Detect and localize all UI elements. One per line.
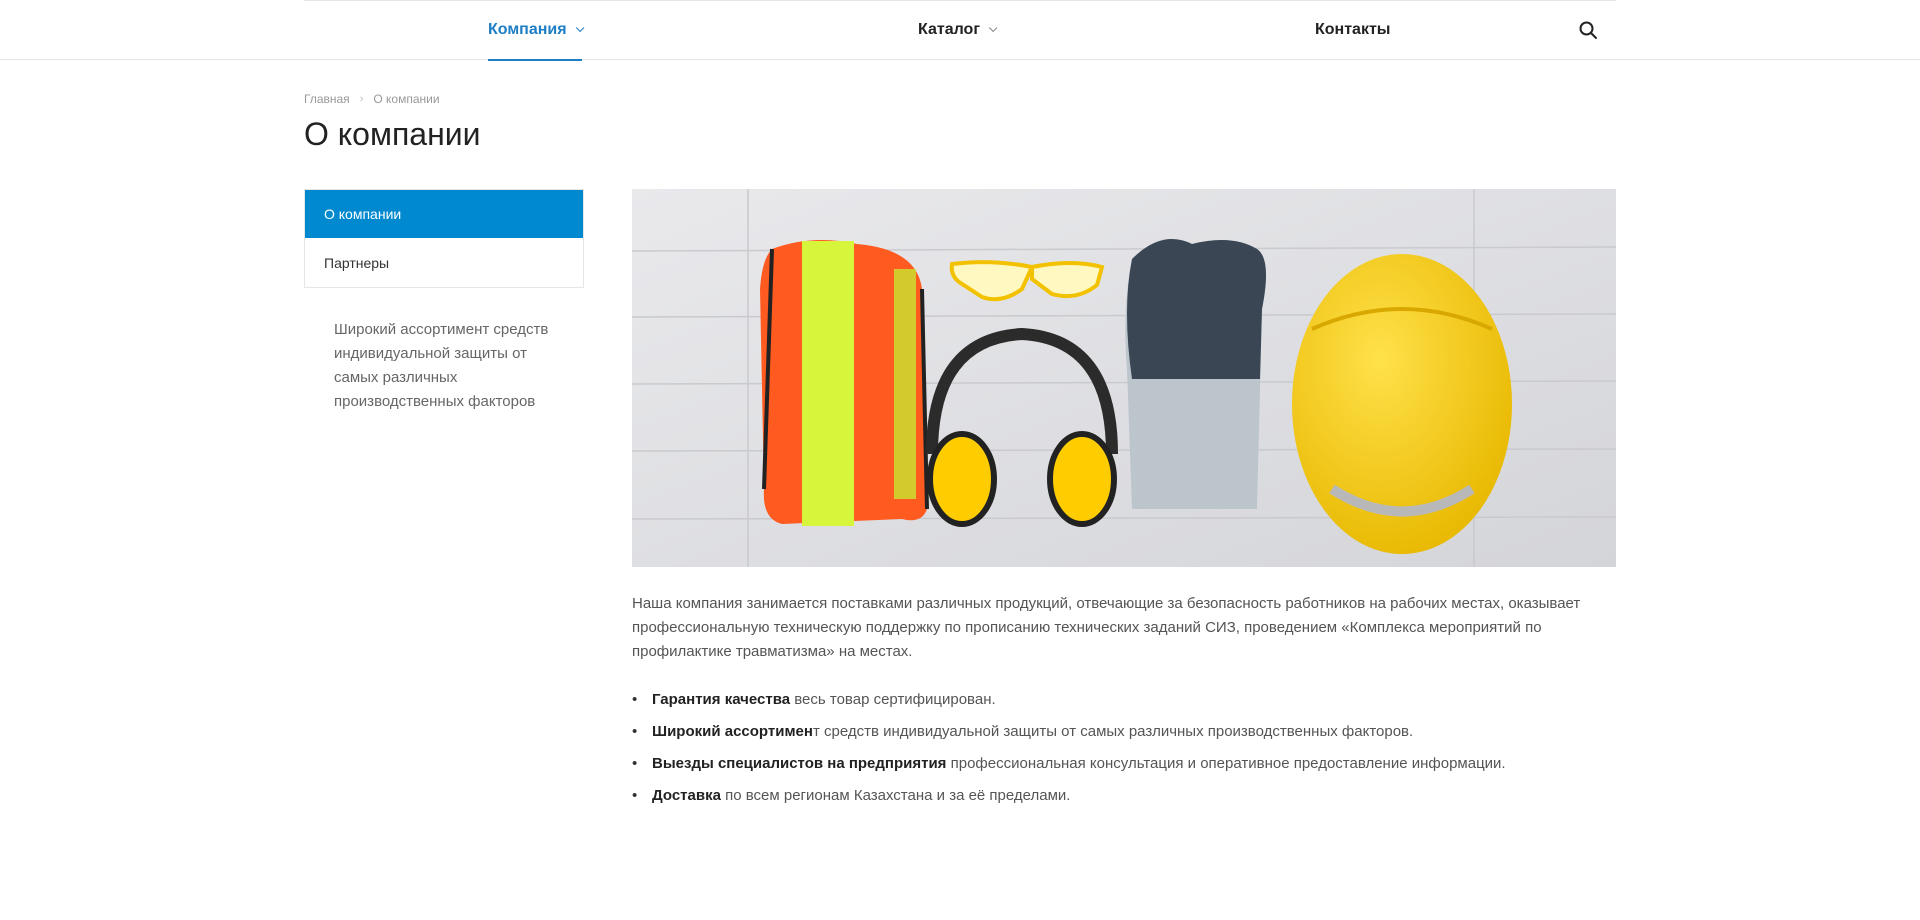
sidebar-item-partners[interactable]: Партнеры: [305, 238, 583, 287]
hero-image: [632, 189, 1616, 567]
list-item: Доставка по всем регионам Казахстана и з…: [632, 784, 1616, 808]
sidebar-item-about[interactable]: О компании: [305, 190, 583, 238]
feature-title: Доставка: [652, 787, 721, 804]
features-list: Гарантия качества весь товар сертифициро…: [632, 688, 1616, 808]
sidebar-item-label: Партнеры: [324, 254, 390, 271]
feature-text: по всем регионам Казахстана и за её пред…: [720, 787, 1071, 804]
sidebar-tagline: Широкий ассортимент средств индивидуальн…: [334, 321, 549, 410]
main-content: Наша компания занимается поставками разл…: [632, 592, 1616, 816]
nav-item-label: Каталог: [918, 21, 980, 38]
chevron-right-icon: ›: [359, 93, 364, 105]
breadcrumb: Главная › О компании: [304, 92, 440, 106]
site-header: Компания Каталог Контакты: [0, 0, 1920, 61]
feature-title: Широкий ассортимен: [652, 723, 813, 740]
chevron-down-icon: [575, 23, 584, 33]
helmet-shape: [1292, 254, 1512, 554]
feature-text: профессиональная консультация и оператив…: [946, 755, 1506, 772]
sidebar-item-label: О компании: [324, 206, 402, 222]
intro-paragraph: Наша компания занимается поставками разл…: [632, 595, 1581, 660]
search-icon: [1579, 21, 1597, 39]
list-item: Выезды специалистов на предприятия профе…: [632, 752, 1616, 776]
feature-title: Гарантия качества: [652, 691, 791, 708]
safety-equipment-illustration: [632, 189, 1616, 567]
nav-item-label: Компания: [488, 21, 567, 38]
page-title: О компании: [304, 116, 481, 152]
feature-title: Выезды специалистов на предприятия: [652, 755, 947, 772]
breadcrumb-current: О компании: [373, 92, 440, 106]
gloves-shape: [1125, 239, 1266, 509]
list-item: Широкий ассортимент средств индивидуальн…: [632, 720, 1616, 744]
nav-item-contacts[interactable]: Контакты: [1315, 0, 1390, 60]
chevron-down-icon: [988, 23, 998, 33]
feature-text: весь товар сертифицирован.: [790, 691, 996, 708]
search-button[interactable]: [1578, 20, 1598, 40]
nav-item-catalog[interactable]: Каталог: [918, 0, 998, 60]
list-item: Гарантия качества весь товар сертифициро…: [632, 688, 1616, 712]
feature-text: т средств индивидуальной защиты от самых…: [812, 723, 1414, 740]
vest-shape: [760, 240, 929, 526]
nav-item-label: Контакты: [1315, 21, 1391, 38]
breadcrumb-home-link[interactable]: Главная: [304, 92, 350, 106]
sidebar-menu: О компании Партнеры: [304, 189, 584, 288]
nav-item-company[interactable]: Компания: [488, 0, 584, 61]
